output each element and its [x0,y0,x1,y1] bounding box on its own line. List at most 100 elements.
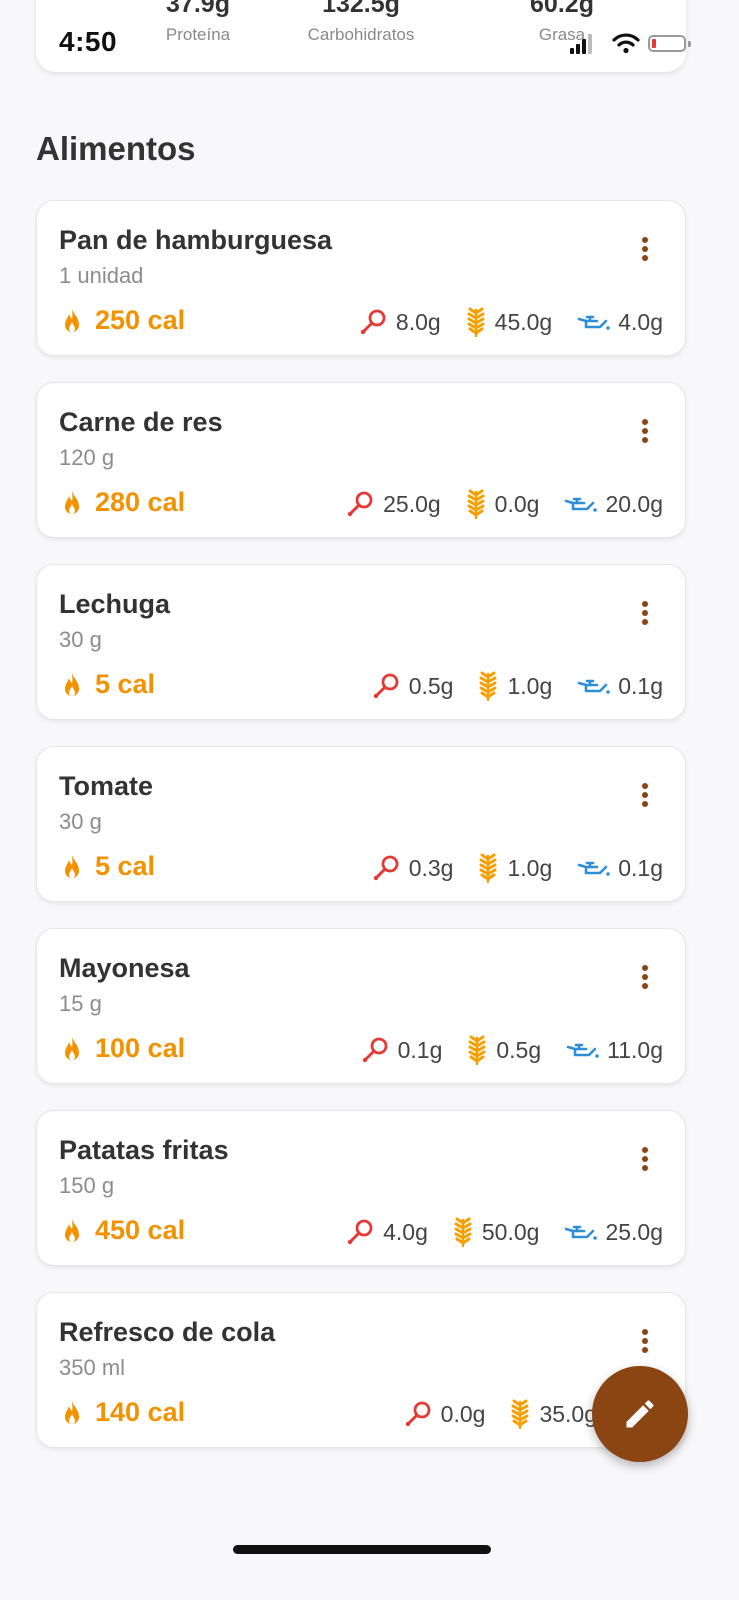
macros-row: 0.1g 0.5g 11.0g [360,1035,663,1065]
carbs-value: 1.0g [507,854,553,881]
wheat-icon [467,307,485,337]
carbs-value: 35.0g [539,1400,597,1427]
protein-stat: 0.0g [403,1399,486,1429]
protein-value: 25.0g [383,490,441,517]
food-card[interactable]: Lechuga 30 g 5 cal 0.5g 1.0g 0.1g [36,564,686,720]
fat-value: 0.1g [618,672,663,699]
drumstick-icon [373,855,399,881]
flame-icon [65,1401,79,1424]
calories-value: 5 cal [95,669,156,699]
oil-can-icon [566,1043,599,1058]
food-quantity: 1 unidad [59,263,144,288]
wheat-icon [479,671,497,701]
fat-stat: 20.0g [563,491,663,518]
protein-value: 8.0g [395,308,441,335]
more-options-button[interactable] [635,417,655,445]
more-options-button[interactable] [635,235,655,263]
status-bar-time: 4:50 [59,26,118,57]
flame-icon [65,491,79,514]
calories-value: 100 cal [95,1033,186,1063]
more-options-button[interactable] [635,599,655,627]
macros-row: 0.5g 1.0g 0.1g [371,671,663,701]
wheat-icon [454,1217,472,1247]
protein-stat: 0.5g [371,671,454,701]
wifi-icon [612,33,640,54]
protein-value: 0.0g [440,1400,486,1427]
edit-fab-button[interactable] [592,1366,688,1462]
fat-value: 25.0g [605,1218,663,1245]
fat-value: 20.0g [605,490,663,517]
carbs-value: 0.0g [494,490,540,517]
drumstick-icon [360,309,386,335]
carbs-value: 50.0g [481,1218,540,1245]
macros-row: 25.0g 0.0g 20.0g [345,489,663,519]
protein-stat: 25.0g [345,489,441,519]
fat-stat: 25.0g [563,1219,663,1246]
flame-icon [65,309,79,332]
food-name: Carne de res [59,407,223,437]
more-vertical-icon [635,1327,655,1355]
more-vertical-icon [635,417,655,445]
carbs-stat: 1.0g [477,671,552,701]
carbs-stat: 0.5g [466,1035,541,1065]
food-quantity: 350 ml [59,1355,126,1380]
drumstick-icon [405,1401,431,1427]
food-name: Tomate [59,771,154,801]
food-name: Patatas fritas [59,1135,229,1165]
oil-can-icon [577,315,611,330]
food-card[interactable]: Mayonesa 15 g 100 cal 0.1g 0.5g 11.0g [36,928,686,1084]
food-name: Mayonesa [59,953,190,983]
food-card[interactable]: Refresco de cola 350 ml 140 cal 0.0g 35.0g [36,1292,686,1448]
calories-value: 5 cal [95,851,156,881]
more-options-button[interactable] [635,1327,655,1355]
flame-icon [65,1219,79,1242]
food-card[interactable]: Pan de hamburguesa 1 unidad 250 cal 8.0g 45.… [36,200,686,356]
food-quantity: 30 g [59,627,102,652]
carbs-stat: 50.0g [452,1217,540,1247]
food-quantity: 120 g [59,445,115,470]
fat-value: 0.1g [618,854,663,881]
drumstick-icon [347,1219,373,1245]
flame-icon [65,855,79,878]
fat-value: 4.0g [618,308,663,335]
more-options-button[interactable] [635,1145,655,1173]
calories-value: 250 cal [95,305,186,335]
oil-can-icon [565,1225,598,1240]
macros-row: 4.0g 50.0g 25.0g [345,1217,663,1247]
food-card[interactable]: Tomate 30 g 5 cal 0.3g 1.0g 0.1g [36,746,686,902]
macros-row: 8.0g 45.0g 4.0g [358,307,663,337]
fat-stat: 4.0g [576,309,663,336]
protein-value: 0.3g [408,854,454,881]
flame-icon [65,673,79,696]
summary-carbs-label: Carbohidratos [307,25,415,44]
more-vertical-icon [635,235,655,263]
fat-stat: 0.1g [576,855,663,882]
food-card[interactable]: Patatas fritas 150 g 450 cal 4.0g 50.0g 25.0g [36,1110,686,1266]
oil-can-icon [565,497,598,512]
wheat-icon [479,853,497,883]
summary-carbs-value: 132.5g [322,0,400,18]
protein-stat: 8.0g [358,307,441,337]
more-options-button[interactable] [635,963,655,991]
oil-can-icon [577,861,611,876]
food-name: Refresco de cola [59,1317,276,1347]
food-quantity: 15 g [59,991,102,1016]
protein-value: 0.5g [408,672,454,699]
protein-stat: 4.0g [345,1217,428,1247]
macros-row: 0.3g 1.0g 0.1g [371,853,663,883]
more-options-button[interactable] [635,781,655,809]
calories-value: 140 cal [95,1397,186,1427]
food-name: Pan de hamburguesa [59,225,333,255]
summary-fat-value: 60.2g [530,0,594,18]
oil-can-icon [577,679,611,694]
protein-stat: 0.3g [371,853,454,883]
food-name: Lechuga [59,589,171,619]
drumstick-icon [347,491,373,517]
carbs-stat: 0.0g [465,489,540,519]
more-vertical-icon [635,599,655,627]
food-card[interactable]: Carne de res 120 g 280 cal 25.0g 0.0g 20.0g [36,382,686,538]
cellular-signal-icon [570,30,604,56]
food-quantity: 30 g [59,809,102,834]
fat-stat: 0.1g [576,673,663,700]
battery-icon [648,35,691,52]
